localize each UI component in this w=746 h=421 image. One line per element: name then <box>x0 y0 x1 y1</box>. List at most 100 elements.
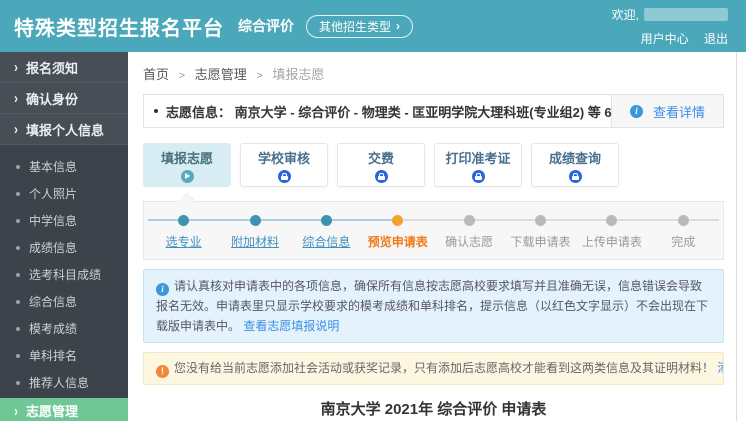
sidebar-item-label: 志愿管理 <box>26 404 79 419</box>
breadcrumb-home[interactable]: 首页 <box>143 67 169 82</box>
tab-print-admission-ticket[interactable]: 打印准考证 <box>434 143 522 187</box>
info-icon: i <box>629 104 643 118</box>
sidebar-item-subject-ranking[interactable]: 单科排名 <box>0 342 128 369</box>
chevron-right-icon: › <box>14 58 18 76</box>
bullet-icon <box>16 380 20 385</box>
header-right: 欢迎, 用户中心 退出 <box>612 6 728 47</box>
step-dot <box>677 214 689 226</box>
steps-panel: 选专业 附加材料 综合信息 预览申请表 确认志愿 下载申请表 上传申请表 完成 <box>143 193 724 260</box>
notice-box: i 请认真核对申请表中的各项信息，确保所有信息按志愿高校要求填写并且准确无误，信息… <box>143 269 724 343</box>
bullet-icon <box>16 272 20 277</box>
sidebar-item-mock-scores[interactable]: 模考成绩 <box>0 315 128 342</box>
bullet-icon <box>154 109 158 113</box>
application-form-title: 南京大学 2021年 综合评价 申请表 <box>320 400 547 418</box>
logout-link[interactable]: 退出 <box>704 32 728 46</box>
tab-label: 学校审核 <box>257 150 310 166</box>
step-label: 上传申请表 <box>581 235 642 249</box>
sidebar-item-school-info[interactable]: 中学信息 <box>0 207 128 234</box>
sidebar-item-label: 个人照片 <box>29 187 78 201</box>
volunteer-info-text: 志愿信息： 南京大学 - 综合评价 - 物理类 - 匡亚明学院大理科班(专业组2… <box>144 95 611 127</box>
sidebar-item-label: 基本信息 <box>29 160 78 174</box>
breadcrumb-separator: > <box>256 70 263 82</box>
lock-icon <box>471 169 485 183</box>
volunteer-info-label: 志愿信息： <box>166 104 232 120</box>
breadcrumb-separator: > <box>178 70 186 82</box>
sidebar-sub-menu: 基本信息 个人照片 中学信息 成绩信息 选考科目成绩 综合信息 模考成绩 单科排… <box>0 145 128 396</box>
sidebar-item-confirm-identity[interactable]: › 确认身份 <box>0 83 128 114</box>
tab-fill-volunteer[interactable]: 填报志愿 <box>143 143 231 187</box>
tab-label: 填报志愿 <box>160 150 213 166</box>
step-confirm-volunteer: 确认志愿 <box>433 214 505 250</box>
process-tabs: 填报志愿 学校审核 交费 打印准考证 成绩查询 <box>143 143 724 187</box>
play-icon <box>180 169 194 183</box>
sidebar-item-basic-info[interactable]: 基本信息 <box>0 153 128 180</box>
step-label: 完成 <box>671 235 696 249</box>
bullet-icon <box>16 164 20 169</box>
tab-label: 成绩查询 <box>548 150 601 166</box>
sidebar-item-subject-scores[interactable]: 选考科目成绩 <box>0 261 128 288</box>
view-instructions-link[interactable]: 查看志愿填报说明 <box>243 319 339 333</box>
bullet-icon <box>16 218 20 223</box>
add-comprehensive-info-link[interactable]: 添加综合信息 <box>717 361 723 375</box>
lock-icon <box>568 169 582 183</box>
user-center-link[interactable]: 用户中心 <box>641 32 689 46</box>
warning-box: ! 您没有给当前志愿添加社会活动或获奖记录，只有添加后志愿高校才能看到这两类信息及… <box>143 352 724 385</box>
bullet-icon <box>16 191 20 196</box>
step-label: 确认志愿 <box>445 235 494 249</box>
step-additional-materials: 附加材料 <box>219 214 291 250</box>
sidebar-item-label: 推荐人信息 <box>29 376 90 390</box>
sidebar-item-label: 中学信息 <box>29 214 78 228</box>
other-enroll-types-label: 其他招生类型 <box>319 19 392 34</box>
sidebar-item-personal-photo[interactable]: 个人照片 <box>0 180 128 207</box>
volunteer-info-bar: 志愿信息： 南京大学 - 综合评价 - 物理类 - 匡亚明学院大理科班(专业组2… <box>143 94 724 128</box>
header-left: 特殊类型招生报名平台 综合评价 其他招生类型 › <box>14 12 414 41</box>
sidebar-item-comprehensive-info[interactable]: 综合信息 <box>0 288 128 315</box>
step-upload-application: 上传申请表 <box>576 214 648 250</box>
step-preview-application: 预览申请表 <box>362 214 434 250</box>
lock-icon <box>374 169 388 183</box>
view-details-link: 查看详情 <box>652 104 705 120</box>
sidebar-item-label: 选考科目成绩 <box>29 268 102 282</box>
sidebar-item-label: 综合信息 <box>29 295 78 309</box>
warning-icon: ! <box>156 364 169 378</box>
info-icon: i <box>156 282 169 296</box>
step-label: 下载申请表 <box>510 235 571 249</box>
app-title: 特殊类型招生报名平台 <box>14 17 224 40</box>
sidebar-item-volunteer-management[interactable]: › 志愿管理 <box>0 398 128 421</box>
step-dot <box>249 214 261 226</box>
view-details-button[interactable]: i 查看详情 <box>611 95 723 127</box>
step-dot <box>178 214 190 226</box>
bullet-icon <box>16 299 20 304</box>
sidebar-item-label: 单科排名 <box>29 349 78 363</box>
chevron-right-icon: › <box>396 19 401 33</box>
breadcrumb-volunteer-management[interactable]: 志愿管理 <box>195 67 247 82</box>
tab-score-query[interactable]: 成绩查询 <box>531 143 619 187</box>
step-label[interactable]: 附加材料 <box>231 233 279 250</box>
step-dot <box>392 214 404 226</box>
sidebar-item-score-info[interactable]: 成绩信息 <box>0 234 128 261</box>
step-label: 预览申请表 <box>367 235 428 249</box>
scrollbar-track[interactable] <box>736 52 737 421</box>
chevron-right-icon: › <box>14 402 18 419</box>
step-dot <box>320 214 332 226</box>
app-header: 特殊类型招生报名平台 综合评价 其他招生类型 › 欢迎, 用户中心 退出 <box>0 0 746 52</box>
main-content: 首页 > 志愿管理 > 填报志愿 志愿信息： 南京大学 - 综合评价 - 物理类… <box>128 52 746 421</box>
tab-payment[interactable]: 交费 <box>337 143 425 187</box>
sidebar-item-label: 确认身份 <box>26 91 79 107</box>
warning-text: 您没有给当前志愿添加社会活动或获奖记录，只有添加后志愿高校才能看到这两类信息及其… <box>174 361 715 375</box>
sidebar-item-personal-info[interactable]: › 填报个人信息 <box>0 114 128 145</box>
sidebar-item-label: 成绩信息 <box>29 241 78 255</box>
step-label[interactable]: 选专业 <box>166 233 202 250</box>
tab-school-review[interactable]: 学校审核 <box>240 143 328 187</box>
sidebar-item-recommender-info[interactable]: 推荐人信息 <box>0 369 128 396</box>
chevron-right-icon: › <box>14 120 18 138</box>
welcome-text: 欢迎, <box>611 7 639 22</box>
sidebar-item-enroll-notice[interactable]: › 报名须知 <box>0 52 128 83</box>
bullet-icon <box>16 326 20 331</box>
other-enroll-types-button[interactable]: 其他招生类型 › <box>306 14 414 38</box>
step-label[interactable]: 综合信息 <box>302 233 350 250</box>
username-redacted <box>644 7 728 21</box>
step-comprehensive-info: 综合信息 <box>290 214 363 250</box>
sidebar-item-label: 模考成绩 <box>29 322 78 336</box>
step-choose-major: 选专业 <box>148 214 220 250</box>
